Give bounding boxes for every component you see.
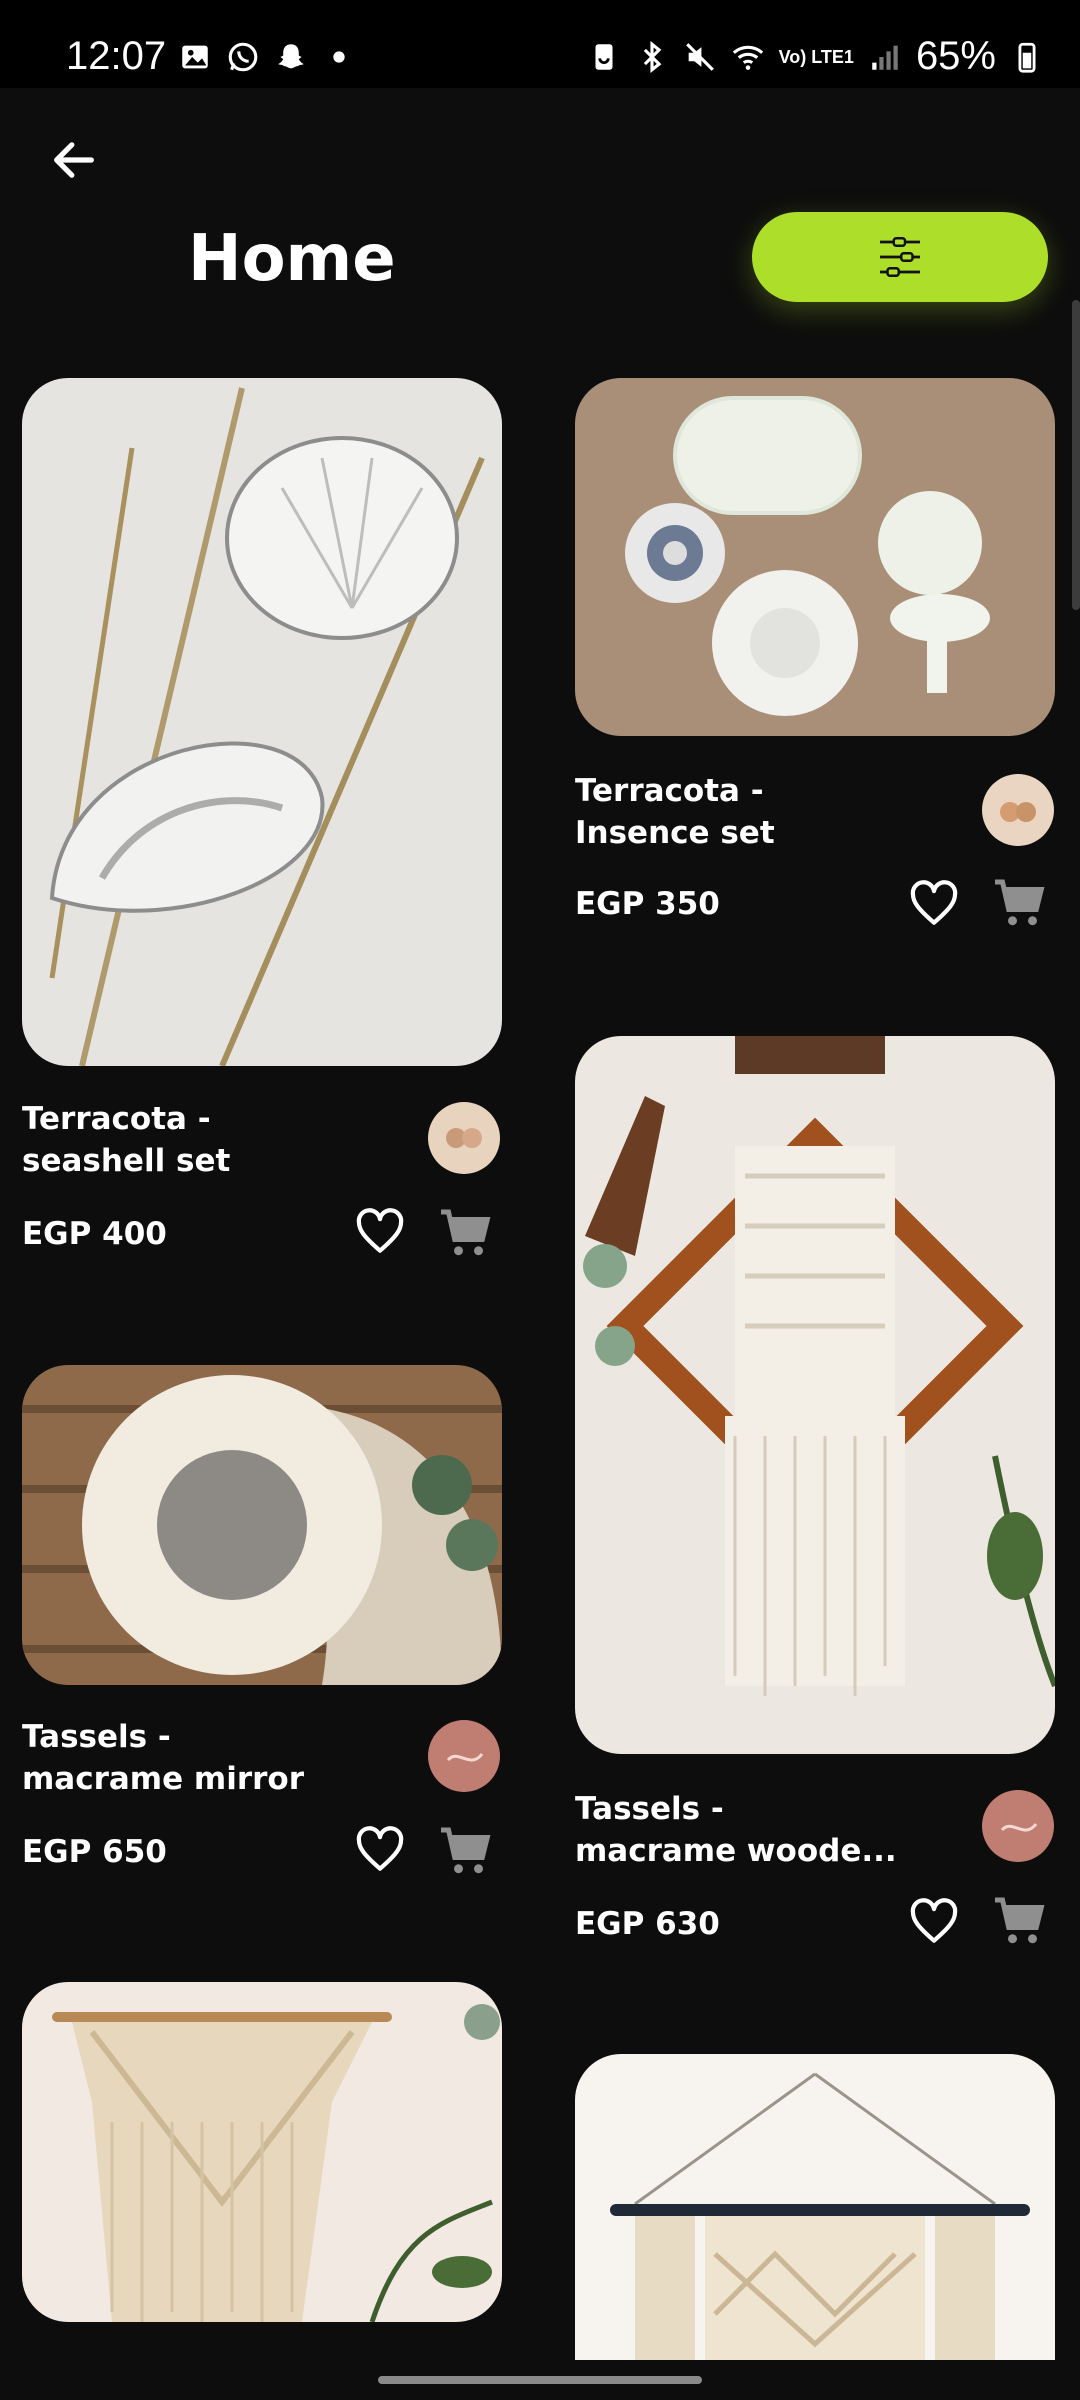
add-to-cart-button[interactable] — [436, 1820, 496, 1880]
product-title: Terracota - seashell set — [22, 1098, 402, 1182]
status-time: 12:07 — [66, 34, 167, 78]
heart-outline-icon — [356, 1208, 404, 1253]
favorite-button[interactable] — [350, 1820, 410, 1880]
scroll-indicator[interactable] — [1072, 300, 1080, 610]
product-title-line1: Tassels - — [22, 1719, 171, 1755]
seller-avatar[interactable] — [982, 1790, 1054, 1862]
battery-icon — [1010, 40, 1044, 74]
product-price: EGP 400 — [22, 1216, 167, 1252]
bluetooth-icon — [635, 40, 669, 74]
product-title: Terracota - Insence set — [575, 770, 955, 854]
product-title: Tassels - macrame woode... — [575, 1788, 955, 1872]
arrow-left-icon — [54, 142, 94, 178]
back-button[interactable] — [44, 130, 104, 190]
product-title-line2: seashell set — [22, 1143, 231, 1179]
product-title-line2: macrame mirror — [22, 1761, 305, 1797]
sliders-icon — [880, 237, 920, 277]
product-price: EGP 350 — [575, 886, 720, 922]
dot-icon — [322, 40, 356, 74]
seller-avatar[interactable] — [428, 1102, 500, 1174]
heart-outline-icon — [356, 1826, 404, 1871]
gallery-icon — [178, 40, 212, 74]
snapchat-icon — [274, 40, 308, 74]
heart-outline-icon — [910, 880, 958, 925]
cart-icon — [995, 879, 1045, 926]
product-title: Tassels - macrame mirror — [22, 1716, 402, 1800]
product-title-line2: macrame woode... — [575, 1833, 897, 1869]
product-title-line2: Insence set — [575, 815, 775, 851]
product-image-macrame-wall-hanging[interactable] — [22, 1982, 502, 2322]
filter-button[interactable] — [752, 212, 1048, 302]
network-label: Vo) LTE1 — [778, 46, 854, 67]
cart-icon — [441, 1209, 491, 1256]
favorite-button[interactable] — [904, 874, 964, 934]
whatsapp-icon — [226, 40, 260, 74]
notification-icons — [178, 40, 356, 74]
system-icons: Vo) LTE1 65% — [587, 34, 1044, 79]
mute-icon — [683, 40, 717, 74]
product-image-macrame-panel[interactable] — [575, 2054, 1055, 2360]
product-title-line1: Terracota - — [575, 773, 764, 809]
wifi-icon — [731, 40, 765, 74]
battery-saver-icon — [587, 40, 621, 74]
battery-percent: 65% — [915, 34, 996, 78]
product-title-line1: Tassels - — [575, 1791, 724, 1827]
product-image-macrame-wooden[interactable] — [575, 1036, 1055, 1754]
product-title-line1: Terracota - — [22, 1101, 211, 1137]
product-price: EGP 630 — [575, 1906, 720, 1942]
home-indicator[interactable] — [378, 2376, 702, 2384]
seller-avatar[interactable] — [428, 1720, 500, 1792]
page-title: Home — [188, 222, 396, 296]
product-price: EGP 650 — [22, 1834, 167, 1870]
seller-avatar[interactable] — [982, 774, 1054, 846]
cart-icon — [441, 1827, 491, 1874]
product-image-insence-set[interactable] — [575, 378, 1055, 736]
add-to-cart-button[interactable] — [990, 872, 1050, 932]
product-image-seashell-set[interactable] — [22, 378, 502, 1066]
add-to-cart-button[interactable] — [436, 1202, 496, 1262]
status-bar: 12:07 Vo) LTE1 65% — [0, 0, 1080, 88]
favorite-button[interactable] — [350, 1202, 410, 1262]
product-image-macrame-mirror[interactable] — [22, 1365, 502, 1685]
heart-outline-icon — [910, 1898, 958, 1943]
favorite-button[interactable] — [904, 1892, 964, 1952]
signal-icon — [868, 40, 902, 74]
cart-icon — [995, 1897, 1045, 1944]
add-to-cart-button[interactable] — [990, 1890, 1050, 1950]
